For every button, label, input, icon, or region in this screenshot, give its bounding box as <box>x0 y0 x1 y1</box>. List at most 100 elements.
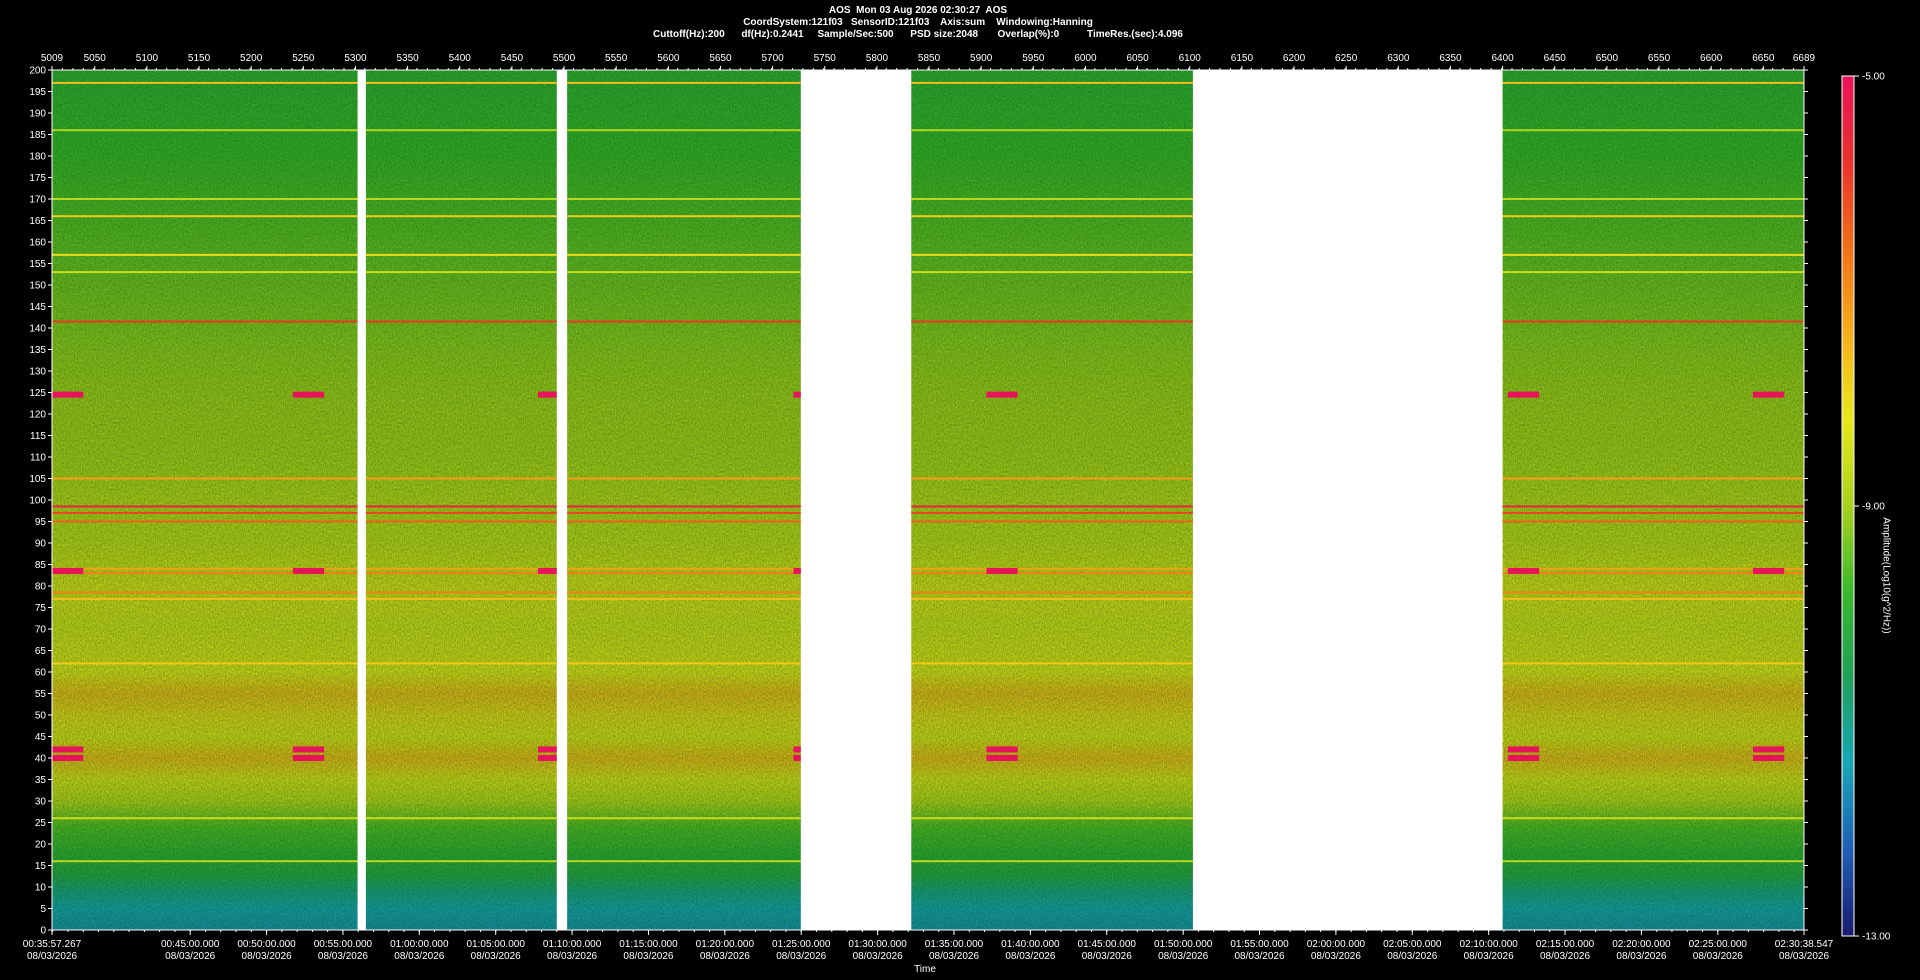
top-tick-label: 5850 <box>918 53 941 64</box>
y-tick-label: 55 <box>35 689 47 700</box>
y-tick-label: 185 <box>29 130 46 141</box>
bottom-tick-time: 01:05:00.000 <box>467 939 526 950</box>
tonal-line <box>365 129 557 132</box>
burst-line <box>292 755 325 761</box>
colorbar: -5.00 -9.00 -13.00 <box>1841 72 1891 943</box>
top-tick-label: 6600 <box>1700 53 1723 64</box>
bottom-tick-date: 08/03/2026 <box>547 951 597 962</box>
y-tick-label: 15 <box>35 861 47 872</box>
tonal-line <box>52 271 358 274</box>
bottom-tick-time: 01:55:00.000 <box>1230 939 1289 950</box>
colorbar-tick-label: -9.00 <box>1862 502 1885 513</box>
y-tick-label: 65 <box>35 646 47 657</box>
bottom-tick-date: 08/03/2026 <box>1311 951 1361 962</box>
y-tick-label: 190 <box>29 109 46 120</box>
tonal-line <box>365 520 557 523</box>
y-tick-label: 5 <box>40 904 46 915</box>
heatmap-cells <box>52 70 1804 930</box>
y-tick-label: 75 <box>35 603 47 614</box>
top-tick-label: 5550 <box>605 53 628 64</box>
tonal-line <box>567 198 801 200</box>
bottom-tick-date: 08/03/2026 <box>27 951 77 962</box>
tonal-line <box>911 817 1193 820</box>
top-tick-label: 6689 <box>1793 53 1816 64</box>
tonal-line <box>1502 662 1804 665</box>
burst-line <box>292 746 325 753</box>
tonal-line <box>567 271 801 274</box>
burst-line <box>292 391 325 398</box>
top-tick-label: 5700 <box>761 53 784 64</box>
tonal-line <box>567 511 801 514</box>
y-tick-label: 125 <box>29 388 46 399</box>
tonal-line <box>567 817 801 820</box>
tonal-line <box>1502 597 1804 600</box>
colorbar-tick-label: -5.00 <box>1862 72 1885 83</box>
top-tick-label: 5400 <box>449 53 472 64</box>
burst-line <box>52 391 84 398</box>
y-tick-label: 130 <box>29 367 46 378</box>
tonal-line <box>911 662 1193 665</box>
burst-line <box>52 746 84 753</box>
tonal-line <box>911 198 1193 200</box>
burst-line <box>1507 755 1540 761</box>
bottom-tick-date: 08/03/2026 <box>1005 951 1055 962</box>
tonal-line <box>567 253 801 256</box>
tonal-line <box>52 81 358 84</box>
bottom-tick-time: 02:15:00.000 <box>1536 939 1595 950</box>
burst-line <box>537 755 557 761</box>
tonal-line <box>911 477 1193 480</box>
y-tick-label: 85 <box>35 560 47 571</box>
tonal-line <box>567 215 801 218</box>
y-tick-label: 70 <box>35 625 47 636</box>
top-tick-label: 5300 <box>344 53 367 64</box>
tonal-line <box>911 320 1193 323</box>
burst-line <box>1507 391 1540 398</box>
top-tick-label: 6500 <box>1596 53 1619 64</box>
bottom-tick-date: 08/03/2026 <box>853 951 903 962</box>
burst-line <box>793 567 801 574</box>
tonal-line <box>365 81 557 84</box>
bottom-tick-date: 08/03/2026 <box>1540 951 1590 962</box>
y-tick-label: 140 <box>29 324 46 335</box>
tonal-line <box>52 662 358 665</box>
top-tick-label: 5250 <box>292 53 315 64</box>
tonal-line <box>911 81 1193 84</box>
colorbar-label: Amplitude(Log10(g^2/Hz)) <box>1880 517 1892 634</box>
bottom-tick-time: 00:50:00.000 <box>237 939 296 950</box>
burst-line <box>793 755 801 761</box>
top-tick-label: 5900 <box>970 53 993 64</box>
top-tick-label: 5200 <box>240 53 263 64</box>
tonal-line <box>1502 591 1804 594</box>
tonal-line <box>911 511 1193 514</box>
y-tick-label: 50 <box>35 711 47 722</box>
bottom-tick-date: 08/03/2026 <box>242 951 292 962</box>
burst-line <box>537 746 557 753</box>
top-tick-label: 5600 <box>657 53 680 64</box>
bottom-tick-date: 08/03/2026 <box>165 951 215 962</box>
tonal-line <box>1502 81 1804 84</box>
tonal-line <box>1502 253 1804 256</box>
tonal-line <box>911 597 1193 600</box>
y-tick-label: 180 <box>29 152 46 163</box>
tonal-line <box>567 662 801 665</box>
tonal-line <box>52 597 358 600</box>
y-tick-label: 25 <box>35 818 47 829</box>
y-tick-label: 105 <box>29 474 46 485</box>
tonal-line <box>911 591 1193 594</box>
top-tick-label: 5350 <box>396 53 419 64</box>
bottom-tick-date: 08/03/2026 <box>929 951 979 962</box>
burst-line <box>1507 746 1540 753</box>
tonal-line <box>365 320 557 323</box>
y-tick-label: 115 <box>30 431 46 442</box>
x-axis-label: Time <box>914 964 936 975</box>
bottom-tick-date: 08/03/2026 <box>1234 951 1284 962</box>
y-tick-label: 35 <box>35 775 47 786</box>
tonal-line <box>911 505 1193 508</box>
y-tick-label: 110 <box>30 453 46 464</box>
y-tick-label: 160 <box>29 238 46 249</box>
tonal-line <box>567 520 801 523</box>
tonal-line <box>52 129 358 132</box>
y-tick-label: 95 <box>35 517 47 528</box>
bottom-tick-date: 08/03/2026 <box>1616 951 1666 962</box>
tonal-line <box>911 520 1193 523</box>
